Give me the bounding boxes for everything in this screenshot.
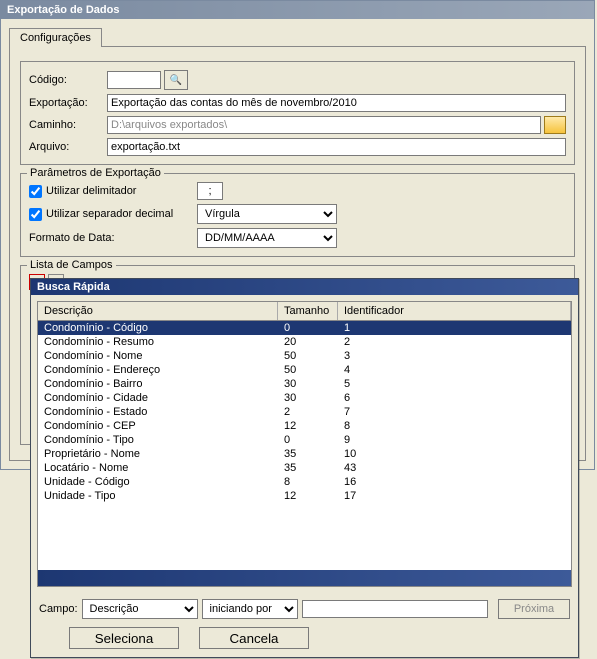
tab-config[interactable]: Configurações [9,28,102,47]
use-delimiter-label[interactable]: Utilizar delimitador [29,185,197,198]
results-grid: Descrição Tamanho Identificador Condomín… [37,301,572,587]
basic-fieldset: Código: 🔍 Exportação: Caminho: Arquivo: [20,61,575,165]
use-decimal-label[interactable]: Utilizar separador decimal [29,208,197,221]
table-row[interactable]: Condomínio - Endereço504 [38,363,571,377]
decimal-select[interactable]: Vírgula [197,204,337,224]
table-row[interactable]: Condomínio - CEP128 [38,419,571,433]
cell-tam: 12 [278,419,338,433]
cell-id: 5 [338,377,571,391]
grid-body[interactable]: Condomínio - Código01Condomínio - Resumo… [38,321,571,570]
dialog-buttons: Seleciona Cancela [31,623,578,657]
fields-legend: Lista de Campos [27,259,116,271]
browse-button[interactable] [544,116,566,134]
cell-tam: 20 [278,335,338,349]
path-input[interactable] [107,116,541,134]
cell-id: 3 [338,349,571,363]
table-row[interactable]: Condomínio - Código01 [38,321,571,335]
quick-search-dialog: Busca Rápida Descrição Tamanho Identific… [30,278,579,658]
params-fieldset: Parâmetros de Exportação Utilizar delimi… [20,173,575,257]
code-input[interactable] [107,71,161,89]
code-label: Código: [29,74,107,86]
cell-desc: Condomínio - Estado [38,405,278,419]
table-row[interactable]: Condomínio - Resumo202 [38,335,571,349]
params-legend: Parâmetros de Exportação [27,167,164,179]
cell-id: 17 [338,489,571,503]
table-row[interactable]: Condomínio - Cidade306 [38,391,571,405]
match-select[interactable]: iniciando por [202,599,298,619]
cell-desc: Unidade - Código [38,475,278,489]
table-row[interactable]: Locatário - Nome3543 [38,461,571,475]
cell-tam: 30 [278,377,338,391]
cell-desc: Condomínio - Bairro [38,377,278,391]
header-desc[interactable]: Descrição [38,302,278,320]
binoculars-icon: 🔍 [170,75,182,86]
table-row[interactable]: Condomínio - Bairro305 [38,377,571,391]
export-input[interactable] [107,94,566,112]
export-label: Exportação: [29,97,107,109]
dialog-title: Busca Rápida [31,279,578,295]
use-delimiter-text: Utilizar delimitador [46,185,136,197]
cell-tam: 30 [278,391,338,405]
table-row[interactable]: Unidade - Tipo1217 [38,489,571,503]
lookup-button[interactable]: 🔍 [164,70,188,90]
cell-desc: Condomínio - Endereço [38,363,278,377]
date-format-label: Formato de Data: [29,232,197,244]
grid-footer-bar [38,570,571,586]
cell-desc: Locatário - Nome [38,461,278,475]
file-label: Arquivo: [29,141,107,153]
cell-id: 6 [338,391,571,405]
use-decimal-checkbox[interactable] [29,208,42,221]
cell-tam: 50 [278,349,338,363]
cell-desc: Condomínio - CEP [38,419,278,433]
cell-id: 2 [338,335,571,349]
cell-desc: Proprietário - Nome [38,447,278,461]
cell-tam: 35 [278,447,338,461]
cell-id: 7 [338,405,571,419]
select-button[interactable]: Seleciona [69,627,179,649]
cell-id: 9 [338,433,571,447]
path-label: Caminho: [29,119,107,131]
table-row[interactable]: Condomínio - Nome503 [38,349,571,363]
cell-desc: Condomínio - Resumo [38,335,278,349]
use-delimiter-checkbox[interactable] [29,185,42,198]
search-row: Campo: Descrição iniciando por Próxima [31,593,578,623]
cell-id: 4 [338,363,571,377]
table-row[interactable]: Proprietário - Nome3510 [38,447,571,461]
campo-select[interactable]: Descrição [82,599,198,619]
campo-label: Campo: [39,603,78,615]
window-title: Exportação de Dados [1,1,594,19]
cell-desc: Condomínio - Código [38,321,278,335]
delimiter-input[interactable] [197,182,223,200]
cell-id: 10 [338,447,571,461]
grid-headers: Descrição Tamanho Identificador [38,302,571,321]
cell-id: 8 [338,419,571,433]
cell-tam: 0 [278,433,338,447]
cell-id: 43 [338,461,571,475]
header-tam[interactable]: Tamanho [278,302,338,320]
cell-desc: Condomínio - Nome [38,349,278,363]
cell-tam: 2 [278,405,338,419]
table-row[interactable]: Condomínio - Estado27 [38,405,571,419]
header-id[interactable]: Identificador [338,302,571,320]
table-row[interactable]: Unidade - Código816 [38,475,571,489]
date-format-select[interactable]: DD/MM/AAAA [197,228,337,248]
cell-tam: 8 [278,475,338,489]
next-button[interactable]: Próxima [498,599,570,619]
tabs: Configurações [1,19,594,46]
cell-desc: Condomínio - Tipo [38,433,278,447]
cancel-button[interactable]: Cancela [199,627,309,649]
cell-tam: 35 [278,461,338,475]
use-decimal-text: Utilizar separador decimal [46,208,173,220]
cell-desc: Unidade - Tipo [38,489,278,503]
cell-tam: 0 [278,321,338,335]
cell-desc: Condomínio - Cidade [38,391,278,405]
cell-id: 16 [338,475,571,489]
cell-tam: 50 [278,363,338,377]
table-row[interactable]: Condomínio - Tipo09 [38,433,571,447]
cell-tam: 12 [278,489,338,503]
search-input[interactable] [302,600,488,618]
cell-id: 1 [338,321,571,335]
file-input[interactable] [107,138,566,156]
